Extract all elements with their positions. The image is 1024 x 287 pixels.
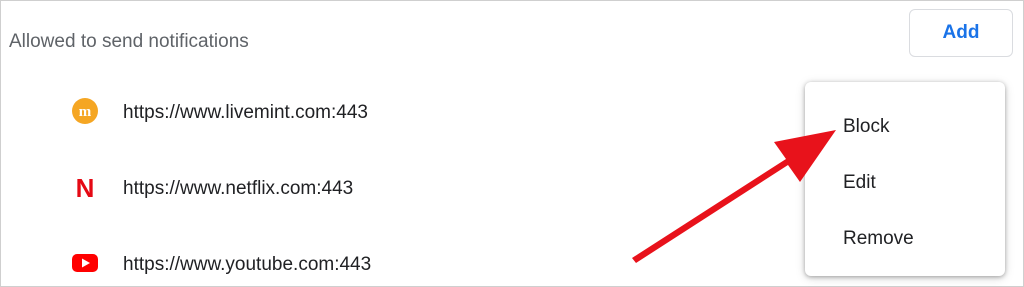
annotation-arrow-icon xyxy=(632,130,836,263)
